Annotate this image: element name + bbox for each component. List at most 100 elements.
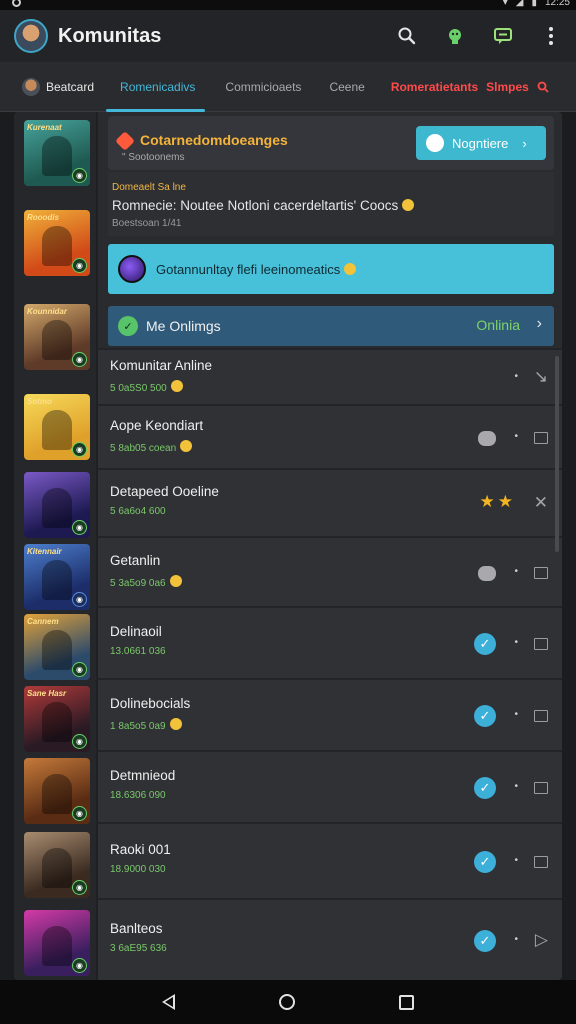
- notification-icon: [12, 0, 21, 7]
- expand-icon[interactable]: [534, 638, 548, 650]
- row-dot: •: [514, 709, 518, 720]
- community-row[interactable]: Detmnieod 18.6306 090 ✓ •: [98, 750, 562, 822]
- thumbnail-title: Kitennair: [27, 547, 62, 556]
- more-vert-icon[interactable]: [540, 25, 562, 47]
- row-subtext: 18.9000 030: [110, 864, 166, 875]
- community-row[interactable]: Dolinebocials 1 8a5o5 0a9 ✓ •: [98, 678, 562, 750]
- wifi-icon: ▾: [502, 0, 508, 8]
- community-banner[interactable]: Gotannunltay flefi leeinomeatics: [108, 244, 554, 294]
- emoji-icon: [169, 718, 182, 730]
- orb-icon: [118, 255, 146, 283]
- row-subtext: 1 8a5o5 0a9: [110, 718, 182, 732]
- community-row[interactable]: Detapeed Ooeline 5 6a6o4 600 ★★ ✕: [98, 468, 562, 536]
- thumbnail-figure: [42, 136, 72, 176]
- join-button[interactable]: Nogntiere ›: [416, 126, 546, 160]
- tab-label: Romeratietants: [390, 79, 479, 94]
- chat-icon[interactable]: [492, 25, 514, 47]
- row-subtext: 13.0661 036: [110, 646, 166, 657]
- back-icon[interactable]: [162, 994, 175, 1010]
- game-thumbnail[interactable]: ◉: [24, 758, 90, 824]
- status-blob-icon: [478, 431, 496, 446]
- scrollbar[interactable]: [555, 356, 559, 552]
- row-dot: •: [514, 781, 518, 792]
- expand-icon[interactable]: [534, 567, 548, 579]
- row-name: Dolinebocials: [110, 696, 191, 711]
- community-header: Cotarnedomdoeanges " Sootoonems Nogntier…: [108, 116, 554, 170]
- check-icon[interactable]: ✓: [474, 930, 496, 952]
- thumbnail-figure: [42, 226, 72, 266]
- game-thumbnail[interactable]: Sane Hasr ◉: [24, 686, 90, 752]
- emoji-icon: [180, 440, 193, 452]
- tab-commicioaets[interactable]: Commicioaets: [225, 62, 301, 112]
- row-dot: •: [514, 371, 518, 382]
- status-bar: ▾ ◢ ▮ 12:25: [0, 0, 576, 10]
- community-row[interactable]: Getanlin 5 3a5o9 0a6 •: [98, 536, 562, 606]
- tab-romeratietants[interactable]: Romeratietants Slmpes: [391, 62, 549, 112]
- emoji-icon: [344, 262, 357, 275]
- play-icon[interactable]: ▷: [535, 930, 548, 950]
- badge-icon: ◉: [72, 168, 87, 183]
- game-thumbnail[interactable]: Rooodis ◉: [24, 210, 90, 276]
- search-small-icon: [537, 81, 549, 93]
- online-label: Me Onlimgs: [146, 318, 221, 334]
- expand-icon[interactable]: [534, 856, 548, 868]
- game-thumbnail[interactable]: ◉: [24, 832, 90, 898]
- check-icon[interactable]: ✓: [474, 705, 496, 727]
- close-icon[interactable]: ✕: [534, 493, 548, 513]
- status-blob-icon: [478, 566, 496, 581]
- community-row[interactable]: Raoki 001 18.9000 030 ✓ •: [98, 822, 562, 898]
- badge-icon: ◉: [72, 880, 87, 895]
- thumbnail-figure: [42, 848, 72, 888]
- community-row[interactable]: Aope Keondiart 5 8ab05 coean •: [98, 404, 562, 468]
- game-thumbnail[interactable]: ◉: [24, 910, 90, 976]
- thumbnail-title: Cannem: [27, 617, 59, 626]
- game-thumbnail[interactable]: Sotmo ◉: [24, 394, 90, 460]
- expand-icon[interactable]: [534, 782, 548, 794]
- app-title: Komunitas: [58, 24, 162, 47]
- row-dot: •: [514, 855, 518, 866]
- emoji-icon: [169, 575, 182, 587]
- row-subtext: 5 3a5o9 0a6: [110, 575, 182, 589]
- thumbnail-title: Sotmo: [27, 397, 52, 406]
- tab-ceene[interactable]: Ceene: [329, 62, 364, 112]
- online-bar[interactable]: ✓ Me Onlimgs Onlinia ›: [108, 306, 554, 346]
- tab-avatar: [22, 77, 40, 96]
- row-name: Getanlin: [110, 553, 161, 568]
- game-thumbnail[interactable]: Kounnidar ◉: [24, 304, 90, 370]
- check-icon[interactable]: ✓: [474, 777, 496, 799]
- emoji-icon: [402, 199, 415, 211]
- community-row[interactable]: Komunitar Anline 5 0a5S0 500 • ↘: [98, 348, 562, 404]
- chevron-right-icon: ›: [522, 135, 527, 151]
- check-icon[interactable]: ✓: [474, 633, 496, 655]
- game-thumbnail[interactable]: Cannem ◉: [24, 614, 90, 680]
- tab-beatcard[interactable]: Beatcard: [22, 62, 94, 112]
- game-thumbnail[interactable]: Kitennair ◉: [24, 544, 90, 610]
- thumbnail-title: Sane Hasr: [27, 689, 67, 698]
- row-name: Banlteos: [110, 921, 163, 936]
- join-icon: [426, 134, 444, 152]
- check-icon[interactable]: ✓: [474, 851, 496, 873]
- search-icon[interactable]: [396, 25, 418, 47]
- home-icon[interactable]: [279, 994, 295, 1010]
- recents-icon[interactable]: [399, 994, 414, 1010]
- online-status: Onlinia: [476, 317, 520, 333]
- row-dot: •: [514, 637, 518, 648]
- game-thumbnail[interactable]: ◉: [24, 472, 90, 538]
- chevron-right-icon: ›: [536, 315, 542, 332]
- tab-romenicadivs[interactable]: Romenicadivs: [105, 62, 206, 112]
- android-icon[interactable]: [444, 25, 466, 47]
- arrow-icon[interactable]: ↘: [534, 367, 548, 387]
- clock: 12:25: [544, 0, 570, 8]
- stars-icon: ★★: [479, 492, 516, 511]
- community-row[interactable]: Delinaoil 13.0661 036 ✓ •: [98, 606, 562, 678]
- thumbnail-figure: [42, 560, 72, 600]
- expand-icon[interactable]: [534, 432, 548, 444]
- row-name: Raoki 001: [110, 842, 171, 857]
- notice-card[interactable]: Domeaelt Sa lne Romnecie: Noutee Notloni…: [108, 172, 554, 236]
- badge-icon: ◉: [72, 442, 87, 457]
- community-row[interactable]: Banlteos 3 6aE95 636 ✓ • ▷: [98, 898, 562, 980]
- profile-avatar[interactable]: [14, 19, 48, 53]
- tab-bar: Beatcard Romenicadivs Commicioaets Ceene…: [0, 62, 576, 112]
- game-thumbnail[interactable]: Kurenaat ◉: [24, 120, 90, 186]
- expand-icon[interactable]: [534, 710, 548, 722]
